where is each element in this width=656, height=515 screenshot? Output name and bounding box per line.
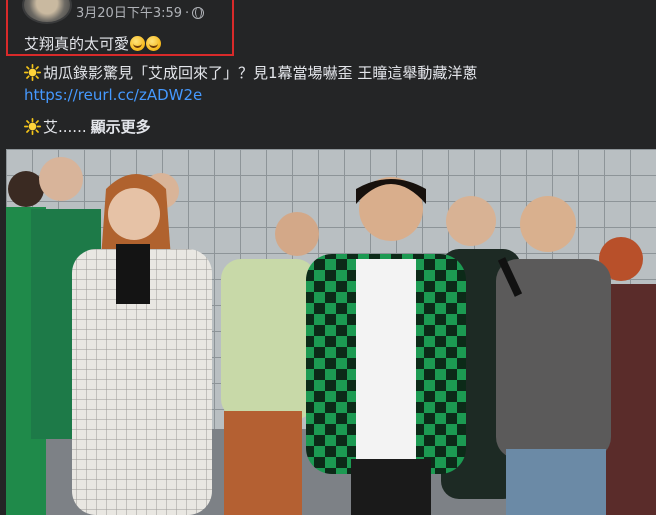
photo-illustration — [6, 149, 656, 515]
headline-text: 胡瓜錄影驚見「艾成回來了」？見1幕當場嚇歪 王瞳這舉動藏洋蔥 — [43, 64, 478, 82]
caption-text: 艾翔真的太可愛 — [24, 35, 130, 53]
post-meta: 3月20日下午3:59 · — [76, 2, 205, 21]
post-caption: 艾翔真的太可愛 — [24, 33, 162, 54]
sun-icon — [24, 64, 41, 81]
separator-dot: · — [185, 6, 190, 21]
preview-text: 艾...... — [43, 118, 87, 136]
post-timestamp[interactable]: 3月20日下午3:59 — [76, 6, 182, 21]
article-link[interactable]: https://reurl.cc/zADW2e — [24, 86, 202, 104]
globe-icon[interactable] — [192, 7, 205, 19]
article-link-row: https://reurl.cc/zADW2e — [24, 86, 202, 104]
preview-row: 艾...... 顯示更多 — [24, 116, 151, 137]
sun-icon — [24, 118, 41, 135]
post-photo[interactable] — [6, 149, 656, 515]
grinning-face-icon — [130, 36, 146, 51]
see-more-button[interactable]: 顯示更多 — [91, 118, 151, 136]
shared-headline: 胡瓜錄影驚見「艾成回來了」？見1幕當場嚇歪 王瞳這舉動藏洋蔥 — [24, 62, 477, 83]
grinning-face-icon — [146, 36, 162, 51]
